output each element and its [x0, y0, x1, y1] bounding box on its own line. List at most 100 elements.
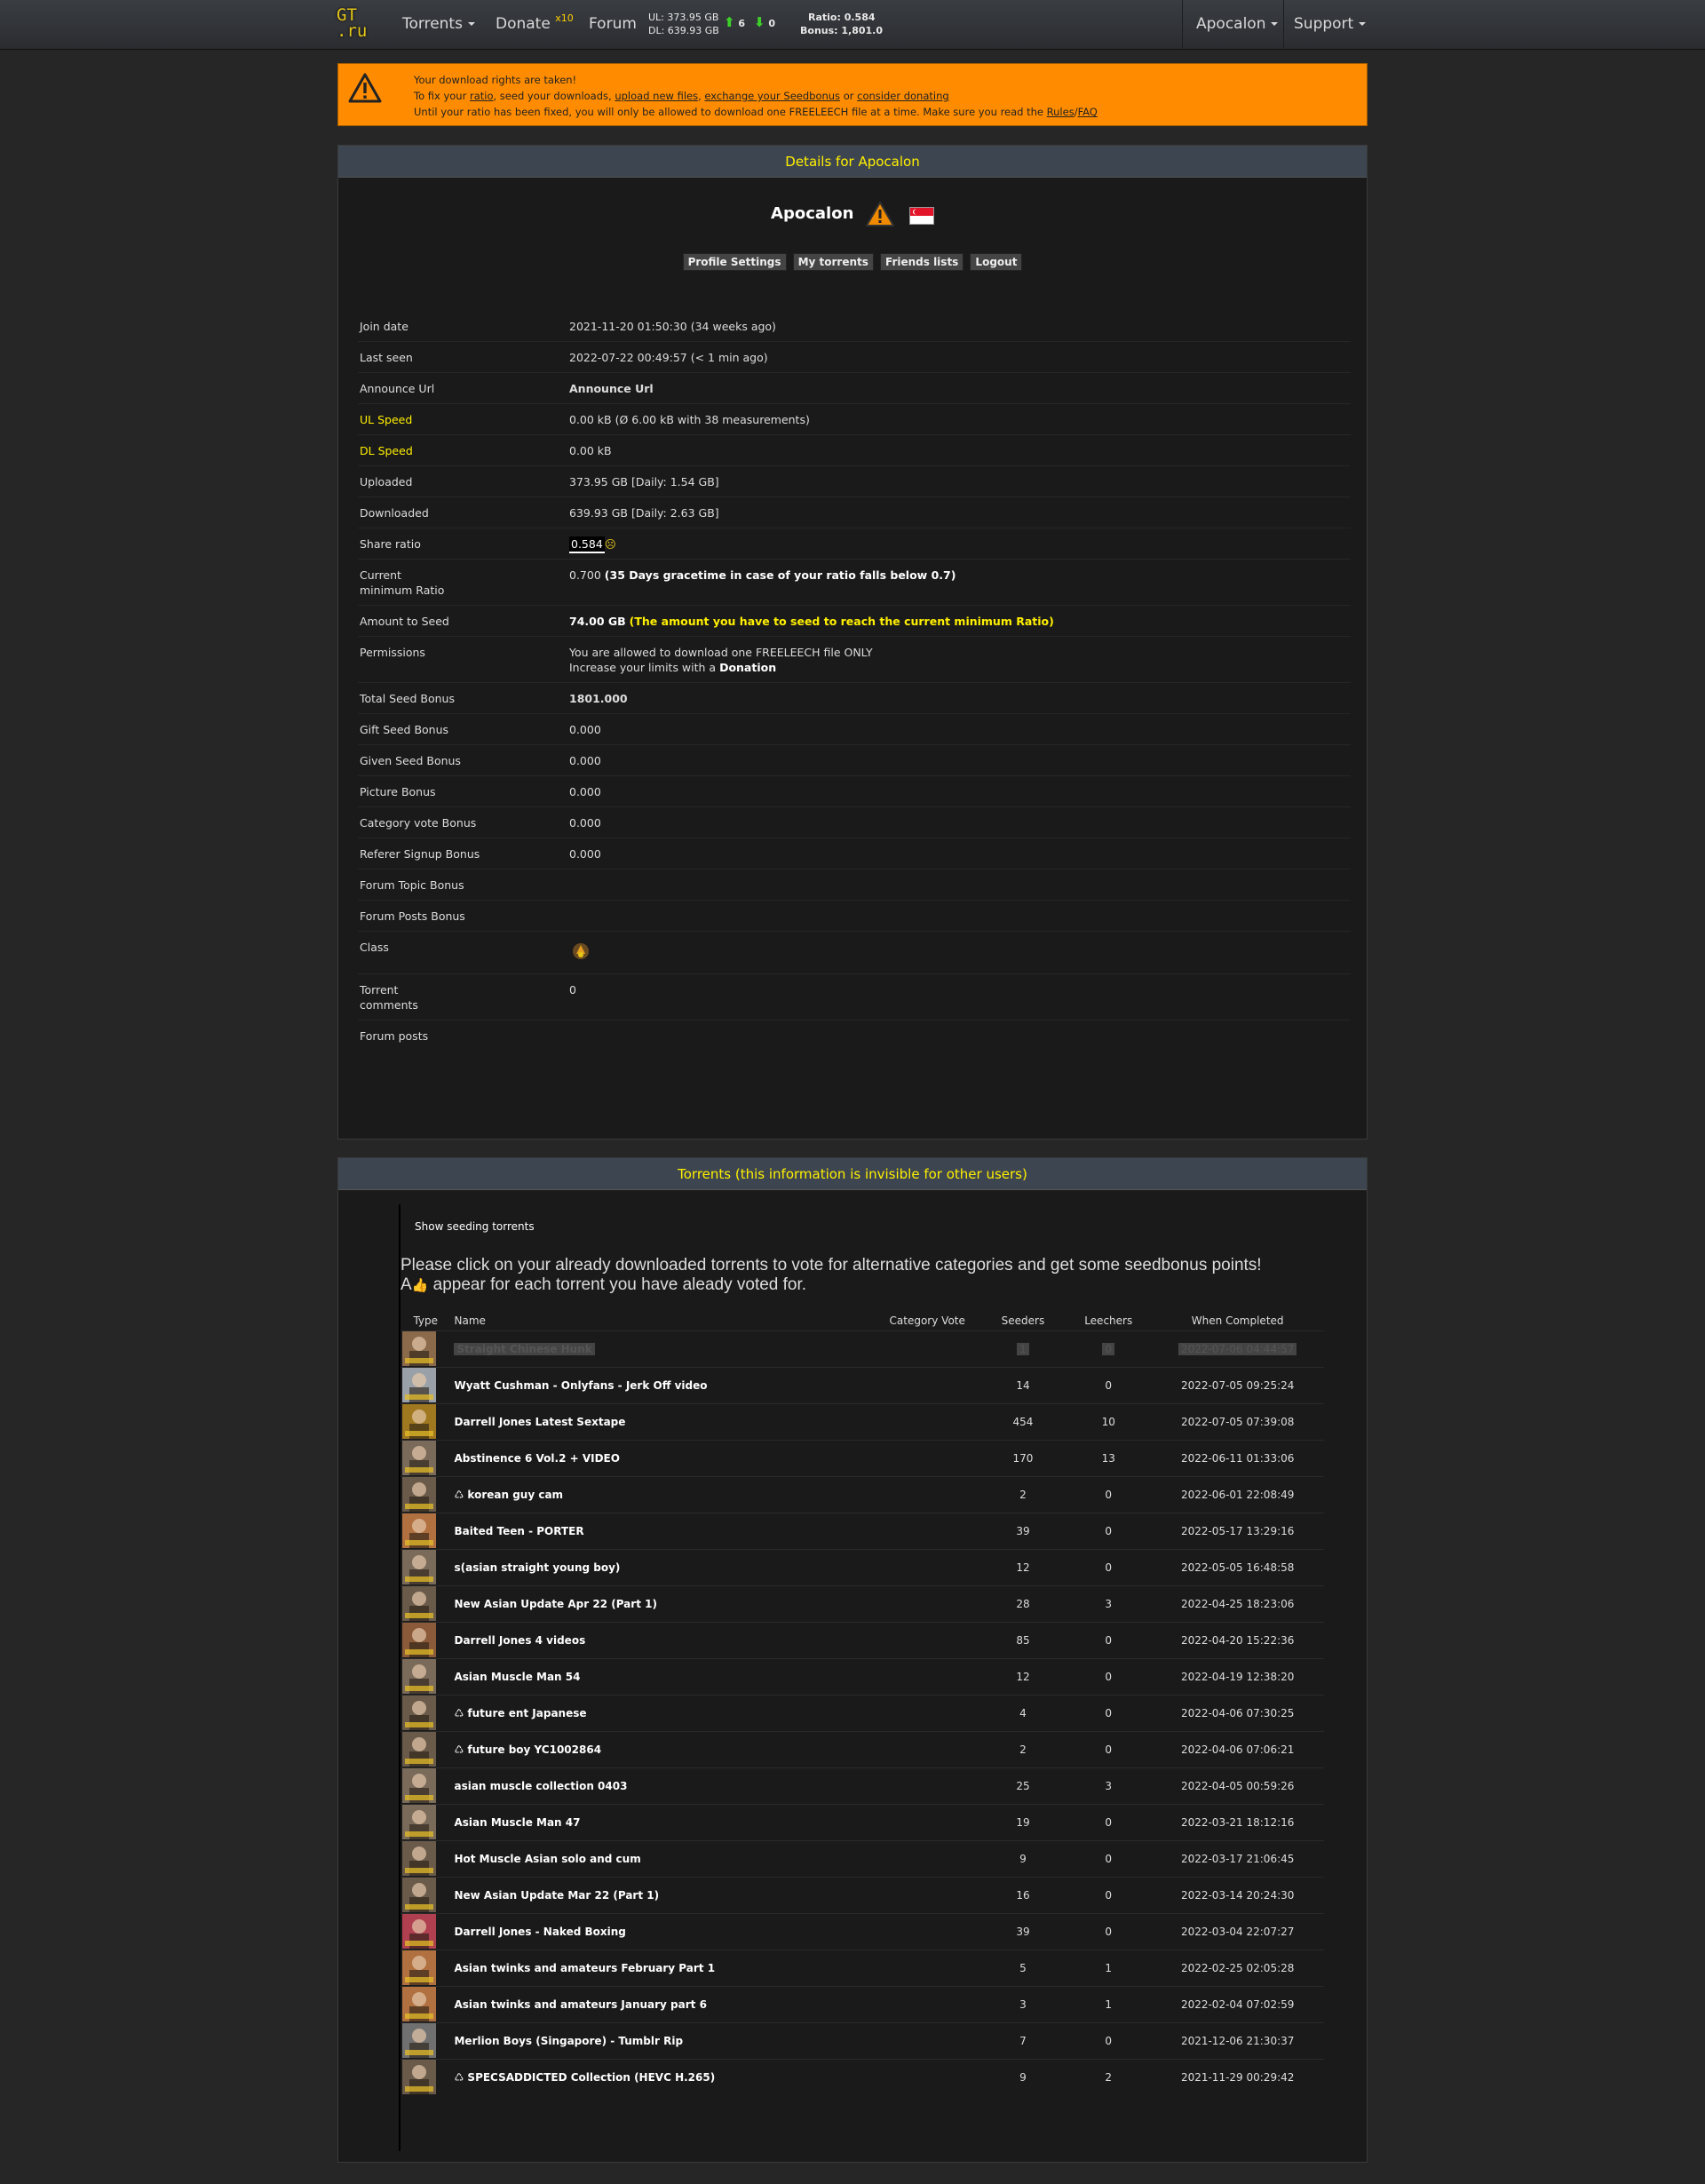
table-row[interactable]: Baited Teen - PORTER 39 0 2022-05-17 13:29:… — [400, 1512, 1324, 1549]
category-vote-cell[interactable] — [874, 1803, 980, 1840]
torrent-name[interactable]: ♺ future ent Japanese — [450, 1694, 875, 1731]
category-thumbnail-icon[interactable] — [402, 1477, 436, 1512]
category-vote-cell[interactable] — [874, 1730, 980, 1767]
category-thumbnail-icon[interactable] — [402, 1987, 436, 2021]
nav-forum[interactable]: Forum — [589, 0, 637, 50]
category-thumbnail-icon[interactable] — [402, 1805, 436, 1839]
category-thumbnail-icon[interactable] — [402, 1331, 436, 1366]
category-thumbnail-icon[interactable] — [402, 1441, 436, 1475]
category-vote-cell[interactable] — [874, 1330, 980, 1367]
category-vote-cell[interactable] — [874, 1985, 980, 2022]
table-row[interactable]: Darrell Jones 4 videos 85 0 2022-04-20 15:2… — [400, 1621, 1324, 1658]
category-vote-cell[interactable] — [874, 1366, 980, 1403]
show-seeding-link[interactable]: Show seeding torrents — [415, 1220, 535, 1233]
category-vote-cell[interactable] — [874, 1949, 980, 1986]
torrent-name[interactable]: New Asian Update Mar 22 (Part 1) — [450, 1876, 875, 1913]
announce-url-link[interactable]: Announce Url — [569, 373, 1351, 404]
torrent-name[interactable]: Abstinence 6 Vol.2 + VIDEO — [450, 1439, 875, 1476]
category-thumbnail-icon[interactable] — [402, 1513, 436, 1548]
table-row[interactable]: Darrell Jones Latest Sextape 454 10 2022-07… — [400, 1402, 1324, 1440]
category-vote-cell[interactable] — [874, 1657, 980, 1695]
nav-donate[interactable]: Donate x10 — [496, 0, 574, 50]
torrent-name[interactable]: Hot Muscle Asian solo and cum — [450, 1839, 875, 1877]
torrent-name[interactable]: Baited Teen - PORTER — [450, 1512, 875, 1549]
nav-support[interactable]: Support — [1294, 0, 1367, 50]
category-thumbnail-icon[interactable] — [402, 1696, 436, 1730]
category-thumbnail-icon[interactable] — [402, 1768, 436, 1803]
torrent-name[interactable]: Darrell Jones - Naked Boxing — [450, 1912, 875, 1950]
upload-link[interactable]: upload new files — [615, 90, 698, 102]
torrent-name[interactable]: ♺ SPECSADDICTED Collection (HEVC H.265) — [450, 2058, 875, 2095]
category-vote-cell[interactable] — [874, 1621, 980, 1658]
table-row[interactable]: ♺ future boy YC1002864 2 0 2022-04-06 07:06… — [400, 1730, 1324, 1767]
torrent-name[interactable]: Darrell Jones 4 videos — [450, 1621, 875, 1658]
table-row[interactable]: Merlion Boys (Singapore) - Tumblr Rip 7 0 2… — [400, 2021, 1324, 2059]
category-vote-cell[interactable] — [874, 1839, 980, 1877]
nav-user-menu[interactable]: Apocalon — [1196, 0, 1279, 50]
table-row[interactable]: ♺ korean guy cam 2 0 2022-06-01 22:08:49 — [400, 1475, 1324, 1513]
logout-button[interactable]: Logout — [970, 253, 1023, 271]
rules-link[interactable]: Rules — [1047, 106, 1075, 118]
torrent-name[interactable]: Asian Muscle Man 47 — [450, 1803, 875, 1840]
category-thumbnail-icon[interactable] — [402, 1550, 436, 1584]
table-row[interactable]: Darrell Jones - Naked Boxing 39 0 2022-03-0… — [400, 1912, 1324, 1950]
category-thumbnail-icon[interactable] — [402, 2023, 436, 2058]
category-thumbnail-icon[interactable] — [402, 1623, 436, 1657]
table-row[interactable]: Straight Chinese Hunk 1 0 2022-07-06 04:44:… — [400, 1330, 1324, 1367]
category-vote-cell[interactable] — [874, 1402, 980, 1440]
category-thumbnail-icon[interactable] — [402, 1659, 436, 1694]
category-vote-cell[interactable] — [874, 1512, 980, 1549]
table-row[interactable]: New Asian Update Apr 22 (Part 1) 28 3 2022-… — [400, 1584, 1324, 1622]
table-row[interactable]: New Asian Update Mar 22 (Part 1) 16 0 2022-… — [400, 1876, 1324, 1913]
torrent-name[interactable]: asian muscle collection 0403 — [450, 1767, 875, 1804]
exchange-seedbonus-link[interactable]: exchange your Seedbonus — [704, 90, 840, 102]
faq-link[interactable]: FAQ — [1078, 106, 1098, 118]
torrent-name[interactable]: Asian twinks and amateurs February Part … — [450, 1949, 875, 1986]
table-row[interactable]: s(asian straight young boy) 12 0 2022-05-05… — [400, 1548, 1324, 1585]
torrent-name[interactable]: Wyatt Cushman - Onlyfans - Jerk Off vide… — [450, 1366, 875, 1403]
table-row[interactable]: Asian Muscle Man 47 19 0 2022-03-21 18:12:1… — [400, 1803, 1324, 1840]
category-thumbnail-icon[interactable] — [402, 1914, 436, 1949]
category-vote-cell[interactable] — [874, 2058, 980, 2095]
torrent-name[interactable]: Darrell Jones Latest Sextape — [450, 1402, 875, 1440]
table-row[interactable]: Abstinence 6 Vol.2 + VIDEO 170 13 2022-06-1… — [400, 1439, 1324, 1476]
torrent-name[interactable]: Asian twinks and amateurs January part 6 — [450, 1985, 875, 2022]
category-vote-cell[interactable] — [874, 1548, 980, 1585]
table-row[interactable]: Asian twinks and amateurs January part 6… — [400, 1985, 1324, 2022]
profile-settings-button[interactable]: Profile Settings — [682, 253, 787, 271]
category-vote-cell[interactable] — [874, 1876, 980, 1913]
torrent-name[interactable]: ♺ korean guy cam — [450, 1475, 875, 1513]
category-vote-cell[interactable] — [874, 1584, 980, 1622]
table-row[interactable]: Wyatt Cushman - Onlyfans - Jerk Off vide… — [400, 1366, 1324, 1403]
friends-lists-button[interactable]: Friends lists — [880, 253, 964, 271]
ratio-link[interactable]: ratio — [470, 90, 494, 102]
torrent-name[interactable]: New Asian Update Apr 22 (Part 1) — [450, 1584, 875, 1622]
my-torrents-button[interactable]: My torrents — [792, 253, 874, 271]
table-row[interactable]: Asian twinks and amateurs February Part … — [400, 1949, 1324, 1986]
category-thumbnail-icon[interactable] — [402, 1404, 436, 1439]
table-row[interactable]: ♺ future ent Japanese 4 0 2022-04-06 07:30:… — [400, 1694, 1324, 1731]
category-thumbnail-icon[interactable] — [402, 1368, 436, 1402]
table-row[interactable]: asian muscle collection 0403 25 3 2022-04-0… — [400, 1767, 1324, 1804]
category-thumbnail-icon[interactable] — [402, 1586, 436, 1621]
category-vote-cell[interactable] — [874, 1912, 980, 1950]
torrent-name[interactable]: s(asian straight young boy) — [450, 1548, 875, 1585]
torrent-name[interactable]: ♺ future boy YC1002864 — [450, 1730, 875, 1767]
category-thumbnail-icon[interactable] — [402, 1878, 436, 1912]
nav-torrents[interactable]: Torrents — [402, 0, 475, 50]
category-thumbnail-icon[interactable] — [402, 2060, 436, 2095]
category-vote-cell[interactable] — [874, 1694, 980, 1731]
category-thumbnail-icon[interactable] — [402, 1732, 436, 1767]
category-vote-cell[interactable] — [874, 2021, 980, 2059]
donation-link[interactable]: Donation — [719, 661, 776, 674]
category-thumbnail-icon[interactable] — [402, 1950, 436, 1985]
category-vote-cell[interactable] — [874, 1767, 980, 1804]
torrent-name[interactable]: Asian Muscle Man 54 — [450, 1657, 875, 1695]
table-row[interactable]: ♺ SPECSADDICTED Collection (HEVC H.265) 9… — [400, 2058, 1324, 2095]
torrent-name[interactable]: Straight Chinese Hunk — [450, 1330, 875, 1367]
category-thumbnail-icon[interactable] — [402, 1841, 436, 1876]
category-vote-cell[interactable] — [874, 1475, 980, 1513]
torrent-name[interactable]: Merlion Boys (Singapore) - Tumblr Rip — [450, 2021, 875, 2059]
site-logo[interactable]: GT .ru — [337, 7, 372, 43]
table-row[interactable]: Asian Muscle Man 54 12 0 2022-04-19 12:38:2… — [400, 1657, 1324, 1695]
